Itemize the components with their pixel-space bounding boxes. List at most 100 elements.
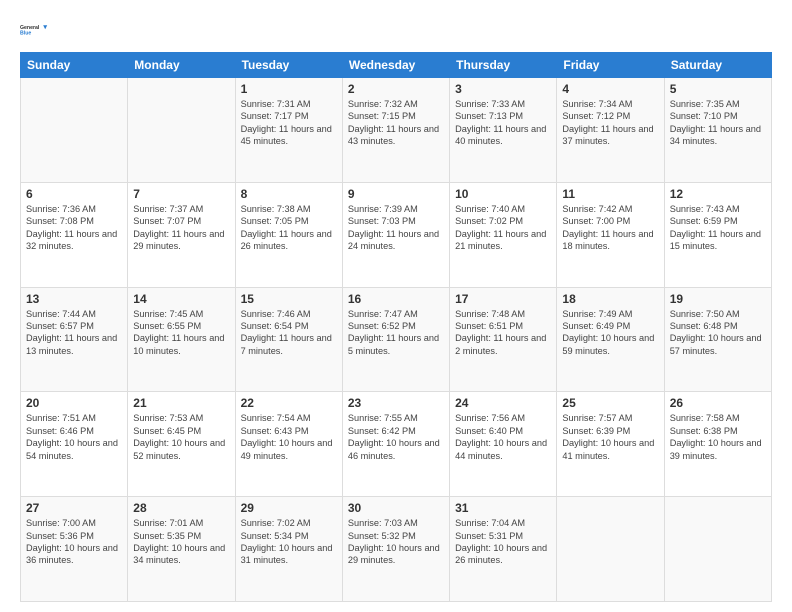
- svg-text:Blue: Blue: [20, 30, 31, 36]
- cell-sun-info: Sunrise: 7:35 AM Sunset: 7:10 PM Dayligh…: [670, 98, 766, 148]
- calendar-col-sunday: Sunday: [21, 53, 128, 78]
- calendar-cell: 30 Sunrise: 7:03 AM Sunset: 5:32 PM Dayli…: [342, 497, 449, 602]
- calendar-col-thursday: Thursday: [450, 53, 557, 78]
- day-number: 27: [26, 501, 122, 515]
- day-number: 7: [133, 187, 229, 201]
- day-number: 25: [562, 396, 658, 410]
- cell-sun-info: Sunrise: 7:33 AM Sunset: 7:13 PM Dayligh…: [455, 98, 551, 148]
- day-number: 9: [348, 187, 444, 201]
- week-row-2: 6Sunrise: 7:36 AM Sunset: 7:08 PM Daylig…: [21, 182, 772, 287]
- cell-sun-info: Sunrise: 7:48 AM Sunset: 6:51 PM Dayligh…: [455, 308, 551, 358]
- day-number: 19: [670, 292, 766, 306]
- cell-sun-info: Sunrise: 7:36 AM Sunset: 7:08 PM Dayligh…: [26, 203, 122, 253]
- calendar-cell: 22 Sunrise: 7:54 AM Sunset: 6:43 PM Dayli…: [235, 392, 342, 497]
- calendar-cell: [128, 78, 235, 183]
- calendar-cell: 11 Sunrise: 7:42 AM Sunset: 7:00 PM Dayli…: [557, 182, 664, 287]
- day-number: 16: [348, 292, 444, 306]
- calendar-cell: 8 Sunrise: 7:38 AM Sunset: 7:05 PM Daylig…: [235, 182, 342, 287]
- calendar-cell: 26Sunrise: 7:58 AM Sunset: 6:38 PM Dayli…: [664, 392, 771, 497]
- cell-sun-info: Sunrise: 7:55 AM Sunset: 6:42 PM Dayligh…: [348, 412, 444, 462]
- cell-sun-info: Sunrise: 7:50 AM Sunset: 6:48 PM Dayligh…: [670, 308, 766, 358]
- cell-sun-info: Sunrise: 7:04 AM Sunset: 5:31 PM Dayligh…: [455, 517, 551, 567]
- cell-sun-info: Sunrise: 7:44 AM Sunset: 6:57 PM Dayligh…: [26, 308, 122, 358]
- calendar-col-saturday: Saturday: [664, 53, 771, 78]
- calendar-cell: 1Sunrise: 7:31 AM Sunset: 7:17 PM Daylig…: [235, 78, 342, 183]
- day-number: 26: [670, 396, 766, 410]
- calendar-cell: [557, 497, 664, 602]
- cell-sun-info: Sunrise: 7:53 AM Sunset: 6:45 PM Dayligh…: [133, 412, 229, 462]
- calendar-col-wednesday: Wednesday: [342, 53, 449, 78]
- day-number: 15: [241, 292, 337, 306]
- logo-icon: GeneralBlue: [20, 16, 48, 44]
- calendar-cell: 15 Sunrise: 7:46 AM Sunset: 6:54 PM Dayli…: [235, 287, 342, 392]
- calendar-table: SundayMondayTuesdayWednesdayThursdayFrid…: [20, 52, 772, 602]
- cell-sun-info: Sunrise: 7:51 AM Sunset: 6:46 PM Dayligh…: [26, 412, 122, 462]
- calendar-cell: 25 Sunrise: 7:57 AM Sunset: 6:39 PM Dayli…: [557, 392, 664, 497]
- day-number: 8: [241, 187, 337, 201]
- cell-sun-info: Sunrise: 7:02 AM Sunset: 5:34 PM Dayligh…: [241, 517, 337, 567]
- calendar-cell: 7 Sunrise: 7:37 AM Sunset: 7:07 PM Daylig…: [128, 182, 235, 287]
- week-row-3: 13 Sunrise: 7:44 AM Sunset: 6:57 PM Dayli…: [21, 287, 772, 392]
- cell-sun-info: Sunrise: 7:03 AM Sunset: 5:32 PM Dayligh…: [348, 517, 444, 567]
- cell-sun-info: Sunrise: 7:42 AM Sunset: 7:00 PM Dayligh…: [562, 203, 658, 253]
- cell-sun-info: Sunrise: 7:43 AM Sunset: 6:59 PM Dayligh…: [670, 203, 766, 253]
- calendar-header-row: SundayMondayTuesdayWednesdayThursdayFrid…: [21, 53, 772, 78]
- cell-sun-info: Sunrise: 7:49 AM Sunset: 6:49 PM Dayligh…: [562, 308, 658, 358]
- svg-text:General: General: [20, 25, 40, 31]
- calendar-cell: 18 Sunrise: 7:49 AM Sunset: 6:49 PM Dayli…: [557, 287, 664, 392]
- calendar-cell: 12 Sunrise: 7:43 AM Sunset: 6:59 PM Dayli…: [664, 182, 771, 287]
- calendar-cell: 16 Sunrise: 7:47 AM Sunset: 6:52 PM Dayli…: [342, 287, 449, 392]
- day-number: 4: [562, 82, 658, 96]
- calendar-cell: 28 Sunrise: 7:01 AM Sunset: 5:35 PM Dayli…: [128, 497, 235, 602]
- calendar-cell: 6Sunrise: 7:36 AM Sunset: 7:08 PM Daylig…: [21, 182, 128, 287]
- day-number: 23: [348, 396, 444, 410]
- cell-sun-info: Sunrise: 7:57 AM Sunset: 6:39 PM Dayligh…: [562, 412, 658, 462]
- calendar-cell: 17 Sunrise: 7:48 AM Sunset: 6:51 PM Dayli…: [450, 287, 557, 392]
- week-row-5: 27 Sunrise: 7:00 AM Sunset: 5:36 PM Dayli…: [21, 497, 772, 602]
- day-number: 21: [133, 396, 229, 410]
- calendar-cell: 13 Sunrise: 7:44 AM Sunset: 6:57 PM Dayli…: [21, 287, 128, 392]
- calendar-cell: 27 Sunrise: 7:00 AM Sunset: 5:36 PM Dayli…: [21, 497, 128, 602]
- cell-sun-info: Sunrise: 7:47 AM Sunset: 6:52 PM Dayligh…: [348, 308, 444, 358]
- cell-sun-info: Sunrise: 7:56 AM Sunset: 6:40 PM Dayligh…: [455, 412, 551, 462]
- day-number: 2: [348, 82, 444, 96]
- cell-sun-info: Sunrise: 7:38 AM Sunset: 7:05 PM Dayligh…: [241, 203, 337, 253]
- day-number: 12: [670, 187, 766, 201]
- calendar-col-tuesday: Tuesday: [235, 53, 342, 78]
- calendar-col-friday: Friday: [557, 53, 664, 78]
- day-number: 18: [562, 292, 658, 306]
- day-number: 11: [562, 187, 658, 201]
- calendar-cell: [21, 78, 128, 183]
- day-number: 28: [133, 501, 229, 515]
- cell-sun-info: Sunrise: 7:40 AM Sunset: 7:02 PM Dayligh…: [455, 203, 551, 253]
- calendar-cell: 20Sunrise: 7:51 AM Sunset: 6:46 PM Dayli…: [21, 392, 128, 497]
- day-number: 13: [26, 292, 122, 306]
- calendar-cell: 31Sunrise: 7:04 AM Sunset: 5:31 PM Dayli…: [450, 497, 557, 602]
- calendar-col-monday: Monday: [128, 53, 235, 78]
- day-number: 14: [133, 292, 229, 306]
- cell-sun-info: Sunrise: 7:54 AM Sunset: 6:43 PM Dayligh…: [241, 412, 337, 462]
- cell-sun-info: Sunrise: 7:01 AM Sunset: 5:35 PM Dayligh…: [133, 517, 229, 567]
- calendar-cell: 4 Sunrise: 7:34 AM Sunset: 7:12 PM Daylig…: [557, 78, 664, 183]
- cell-sun-info: Sunrise: 7:39 AM Sunset: 7:03 PM Dayligh…: [348, 203, 444, 253]
- calendar-cell: 29 Sunrise: 7:02 AM Sunset: 5:34 PM Dayli…: [235, 497, 342, 602]
- calendar-cell: 9 Sunrise: 7:39 AM Sunset: 7:03 PM Daylig…: [342, 182, 449, 287]
- day-number: 29: [241, 501, 337, 515]
- calendar-cell: 14Sunrise: 7:45 AM Sunset: 6:55 PM Dayli…: [128, 287, 235, 392]
- calendar-cell: [664, 497, 771, 602]
- cell-sun-info: Sunrise: 7:00 AM Sunset: 5:36 PM Dayligh…: [26, 517, 122, 567]
- day-number: 22: [241, 396, 337, 410]
- page: GeneralBlue SundayMondayTuesdayWednesday…: [0, 0, 792, 612]
- calendar-cell: 21 Sunrise: 7:53 AM Sunset: 6:45 PM Dayli…: [128, 392, 235, 497]
- day-number: 17: [455, 292, 551, 306]
- header: GeneralBlue: [20, 16, 772, 44]
- cell-sun-info: Sunrise: 7:34 AM Sunset: 7:12 PM Dayligh…: [562, 98, 658, 148]
- cell-sun-info: Sunrise: 7:37 AM Sunset: 7:07 PM Dayligh…: [133, 203, 229, 253]
- logo: GeneralBlue: [20, 16, 48, 44]
- day-number: 5: [670, 82, 766, 96]
- day-number: 30: [348, 501, 444, 515]
- calendar-cell: 19 Sunrise: 7:50 AM Sunset: 6:48 PM Dayli…: [664, 287, 771, 392]
- cell-sun-info: Sunrise: 7:46 AM Sunset: 6:54 PM Dayligh…: [241, 308, 337, 358]
- calendar-cell: 5 Sunrise: 7:35 AM Sunset: 7:10 PM Daylig…: [664, 78, 771, 183]
- calendar-cell: 2Sunrise: 7:32 AM Sunset: 7:15 PM Daylig…: [342, 78, 449, 183]
